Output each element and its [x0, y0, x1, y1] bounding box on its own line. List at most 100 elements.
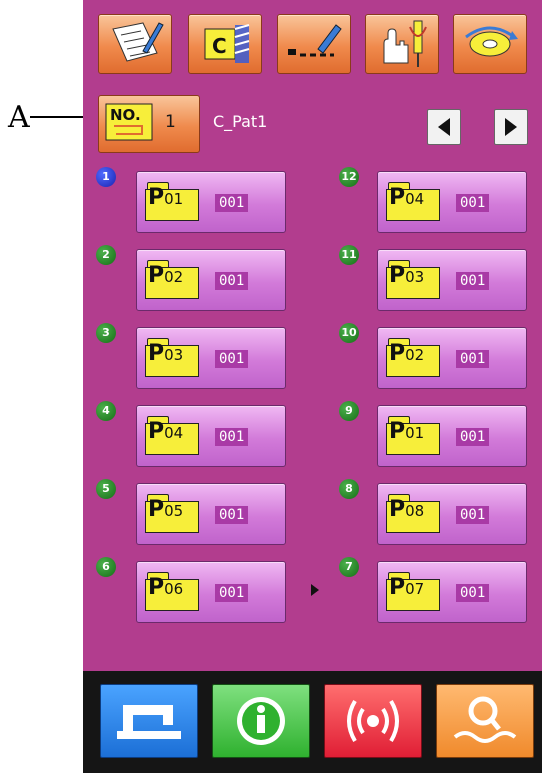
folder-icon: P03: [386, 260, 440, 300]
pattern-name: C_Pat1: [213, 112, 268, 131]
cycle-pattern-icon: C: [204, 24, 250, 63]
pattern-count: 001: [456, 194, 490, 212]
pattern-count: 001: [456, 428, 490, 446]
step-number-badge: 1: [96, 167, 116, 187]
step-number-badge: 9: [339, 401, 359, 421]
info-icon: [237, 697, 285, 745]
pattern-step-button[interactable]: P03 001: [136, 327, 286, 389]
sequence-arrow-icon: [311, 584, 319, 596]
step-number-badge: 8: [339, 479, 359, 499]
step-number-badge: 4: [96, 401, 116, 421]
pattern-number: 08: [405, 502, 425, 520]
step-number-badge: 11: [339, 245, 359, 265]
sewing-mode-button[interactable]: [100, 684, 198, 758]
pattern-number: 01: [164, 190, 184, 208]
pattern-number-button[interactable]: NO. 1: [98, 95, 200, 153]
pattern-step-button[interactable]: P04 001: [377, 171, 527, 233]
pattern-count: 001: [215, 584, 249, 602]
bottom-menu-bar: [83, 671, 542, 773]
signal-alarm-icon: [347, 699, 399, 743]
pattern-step-button[interactable]: P03 001: [377, 249, 527, 311]
checklist-edit-icon: [112, 22, 164, 62]
folder-icon: P04: [145, 416, 199, 456]
communication-button[interactable]: [324, 684, 422, 758]
pattern-number-value: 1: [165, 112, 176, 132]
step-number-badge: 7: [339, 557, 359, 577]
pattern-number: 07: [405, 580, 425, 598]
pattern-prefix: P: [148, 263, 165, 288]
folder-icon: P07: [386, 572, 440, 612]
step-number-badge: 5: [96, 479, 116, 499]
triangle-right-icon: [505, 118, 517, 136]
pattern-step-button[interactable]: P06 001: [136, 561, 286, 623]
pattern-prefix: P: [389, 575, 406, 600]
pattern-number: 04: [164, 424, 184, 442]
pattern-prefix: P: [148, 419, 165, 444]
pattern-number: 01: [405, 424, 425, 442]
pattern-prefix: P: [148, 341, 165, 366]
pattern-number: 03: [164, 346, 184, 364]
folder-icon: P01: [386, 416, 440, 456]
pattern-prefix: P: [389, 263, 406, 288]
step-number-badge: 10: [339, 323, 359, 343]
information-button[interactable]: [212, 684, 310, 758]
folder-icon: P08: [386, 494, 440, 534]
pattern-count: 001: [215, 272, 249, 290]
pattern-count: 001: [215, 350, 249, 368]
pattern-number: 02: [164, 268, 184, 286]
pattern-step-button[interactable]: P04 001: [136, 405, 286, 467]
pattern-count: 001: [215, 194, 249, 212]
pattern-step-button[interactable]: P01 001: [377, 405, 527, 467]
pattern-step-button[interactable]: P02 001: [377, 327, 527, 389]
thread-search-button[interactable]: [436, 684, 534, 758]
pattern-prefix: P: [148, 185, 165, 210]
cycle-pattern-button[interactable]: C: [188, 14, 262, 74]
next-page-button[interactable]: [494, 109, 528, 145]
cycle-pattern-letter: C: [212, 34, 227, 58]
pattern-prefix: P: [148, 497, 165, 522]
folder-icon: P06: [145, 572, 199, 612]
pattern-prefix: P: [148, 575, 165, 600]
folder-icon: P02: [145, 260, 199, 300]
folder-icon: P01: [145, 182, 199, 222]
pattern-step-button[interactable]: P08 001: [377, 483, 527, 545]
pattern-number: 04: [405, 190, 425, 208]
pattern-count: 001: [215, 428, 249, 446]
pattern-number: 03: [405, 268, 425, 286]
pattern-number: 02: [405, 346, 425, 364]
pattern-number-label: NO.: [110, 106, 141, 124]
folder-icon: P02: [386, 338, 440, 378]
pattern-prefix: P: [389, 185, 406, 210]
pattern-step-button[interactable]: P01 001: [136, 171, 286, 233]
folder-icon: P05: [145, 494, 199, 534]
data-edit-button[interactable]: [98, 14, 172, 74]
pattern-step-button[interactable]: P02 001: [136, 249, 286, 311]
pattern-number-icon: NO.: [105, 103, 153, 141]
device-screen: C NO. 1 C_Pat1 1 P01 001 2 P02 001 3 P03…: [83, 0, 542, 773]
bobbin-winding-button[interactable]: [453, 14, 527, 74]
pattern-number: 06: [164, 580, 184, 598]
search-thread-icon: [453, 696, 517, 743]
step-number-badge: 2: [96, 245, 116, 265]
folder-icon: P04: [386, 182, 440, 222]
pattern-prefix: P: [389, 419, 406, 444]
stitch-edit-button[interactable]: [277, 14, 351, 74]
pattern-number: 05: [164, 502, 184, 520]
step-number-badge: 12: [339, 167, 359, 187]
bobbin-winding-icon: [465, 26, 518, 57]
pattern-prefix: P: [389, 341, 406, 366]
hand-needle-icon: [383, 20, 427, 67]
previous-page-button[interactable]: [427, 109, 461, 145]
pattern-count: 001: [456, 506, 490, 524]
pattern-count: 001: [215, 506, 249, 524]
pattern-step-button[interactable]: P07 001: [377, 561, 527, 623]
manual-sewing-button[interactable]: [365, 14, 439, 74]
folder-icon: P03: [145, 338, 199, 378]
step-number-badge: 3: [96, 323, 116, 343]
pattern-step-button[interactable]: P05 001: [136, 483, 286, 545]
pattern-count: 001: [456, 350, 490, 368]
stitch-edit-icon: [288, 24, 342, 57]
step-number-badge: 6: [96, 557, 116, 577]
triangle-left-icon: [438, 118, 450, 136]
pattern-prefix: P: [389, 497, 406, 522]
